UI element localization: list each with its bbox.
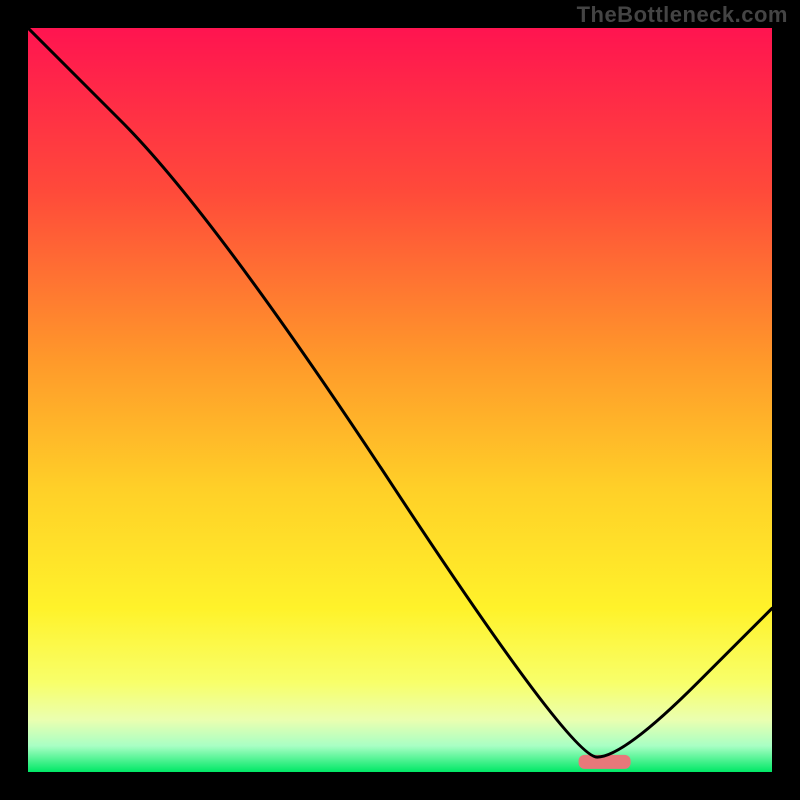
plot-area	[28, 28, 772, 772]
watermark-text: TheBottleneck.com	[577, 2, 788, 28]
chart-container: TheBottleneck.com	[0, 0, 800, 800]
chart-svg	[28, 28, 772, 772]
